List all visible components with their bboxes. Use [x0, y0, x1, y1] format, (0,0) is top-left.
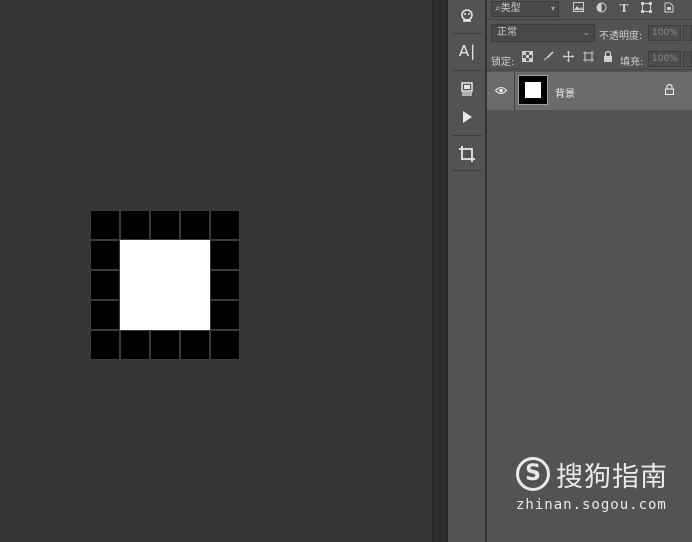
pixel-cell-black	[210, 270, 240, 300]
lock-position-icon[interactable]	[563, 51, 574, 65]
fill-label: 填充:	[620, 57, 644, 68]
pixel-cell-black	[120, 210, 150, 240]
opacity-label: 不透明度:	[599, 31, 643, 42]
pixel-cell-white	[120, 300, 150, 330]
panel-icon-strip: A |	[448, 0, 486, 542]
type-filter-icon[interactable]: T	[620, 2, 628, 15]
lock-row: 锁定: 填充: 100%	[487, 48, 692, 70]
3d-mesh-icon[interactable]	[452, 75, 482, 103]
pixel-cell-black	[150, 210, 180, 240]
character-panel-icon[interactable]: A |	[452, 37, 482, 65]
pixel-cell-black	[120, 330, 150, 360]
pixel-cell-black	[90, 330, 120, 360]
pixel-cell-black	[90, 270, 120, 300]
opacity-slider-toggle[interactable]	[683, 25, 692, 41]
document-canvas[interactable]	[0, 0, 432, 542]
pixel-cell-white	[120, 240, 150, 270]
pixel-cell-white	[180, 300, 210, 330]
filter-kind-label: 类型	[500, 3, 521, 14]
pixel-cell-white	[150, 300, 180, 330]
pixel-cell-white	[150, 270, 180, 300]
pixel-cell-black	[90, 300, 120, 330]
eye-icon[interactable]	[494, 85, 508, 98]
layer-kind-filter[interactable]: ⌕类型 ▾	[491, 1, 559, 17]
tool-separator	[452, 70, 482, 71]
lock-transparent-pixels-icon[interactable]	[522, 51, 533, 65]
blend-mode-select[interactable]: 正常 ⌄	[491, 24, 595, 42]
tool-separator	[452, 135, 482, 136]
adjustment-filter-icon[interactable]	[596, 2, 607, 16]
blend-row: 正常 ⌄ 不透明度: 100%	[487, 22, 692, 44]
fill-field[interactable]: 100%	[648, 51, 681, 67]
pixel-cell-black	[210, 210, 240, 240]
tool-separator	[452, 33, 482, 34]
chevron-down-icon: ▾	[550, 4, 555, 13]
play-action-icon[interactable]	[452, 103, 482, 131]
crop-icon[interactable]	[452, 140, 482, 168]
pixel-cell-white	[180, 270, 210, 300]
lock-all-icon[interactable]	[603, 50, 613, 65]
blend-mode-value: 正常	[497, 27, 517, 38]
pixel-cell-black	[180, 210, 210, 240]
pixel-cell-black	[90, 210, 120, 240]
3d-object-icon[interactable]	[452, 2, 482, 30]
pixel-grid-image	[90, 210, 240, 360]
lock-artboard-icon[interactable]	[583, 51, 594, 65]
smart-object-filter-icon[interactable]	[664, 2, 674, 16]
pixel-cell-black	[210, 240, 240, 270]
opacity-field[interactable]: 100%	[648, 25, 681, 41]
layer-row-divider	[514, 72, 515, 110]
layer-thumbnail-white	[525, 82, 541, 98]
panel-dock-gutter[interactable]	[432, 0, 448, 542]
pixel-cell-white	[150, 240, 180, 270]
layer-filter-row: ⌕类型 ▾ T	[487, 0, 692, 20]
pixel-cell-black	[210, 300, 240, 330]
pixel-cell-black	[180, 330, 210, 360]
fill-slider-toggle[interactable]	[683, 51, 692, 67]
lock-icon[interactable]	[664, 83, 675, 98]
watermark-brand: 搜狗指南	[556, 462, 668, 493]
image-filter-icon[interactable]	[573, 2, 584, 15]
layer-name[interactable]: 背景	[555, 85, 575, 100]
sogou-logo-icon: S	[516, 457, 550, 491]
sogou-watermark: S 搜狗指南 zhinan.sogou.com	[514, 455, 684, 520]
watermark-url: zhinan.sogou.com	[516, 497, 667, 513]
pixel-cell-black	[210, 330, 240, 360]
pixel-cell-white	[180, 240, 210, 270]
layer-row-background[interactable]: 背景	[487, 72, 692, 110]
chevron-down-icon: ⌄	[582, 28, 590, 38]
pixel-cell-black	[150, 330, 180, 360]
lock-image-pixels-icon[interactable]	[543, 51, 554, 65]
layer-thumbnail[interactable]	[518, 75, 548, 105]
tool-separator	[452, 170, 482, 171]
shape-filter-icon[interactable]	[641, 2, 652, 16]
pixel-cell-black	[90, 240, 120, 270]
lock-label: 锁定:	[491, 57, 515, 68]
pixel-cell-white	[120, 270, 150, 300]
